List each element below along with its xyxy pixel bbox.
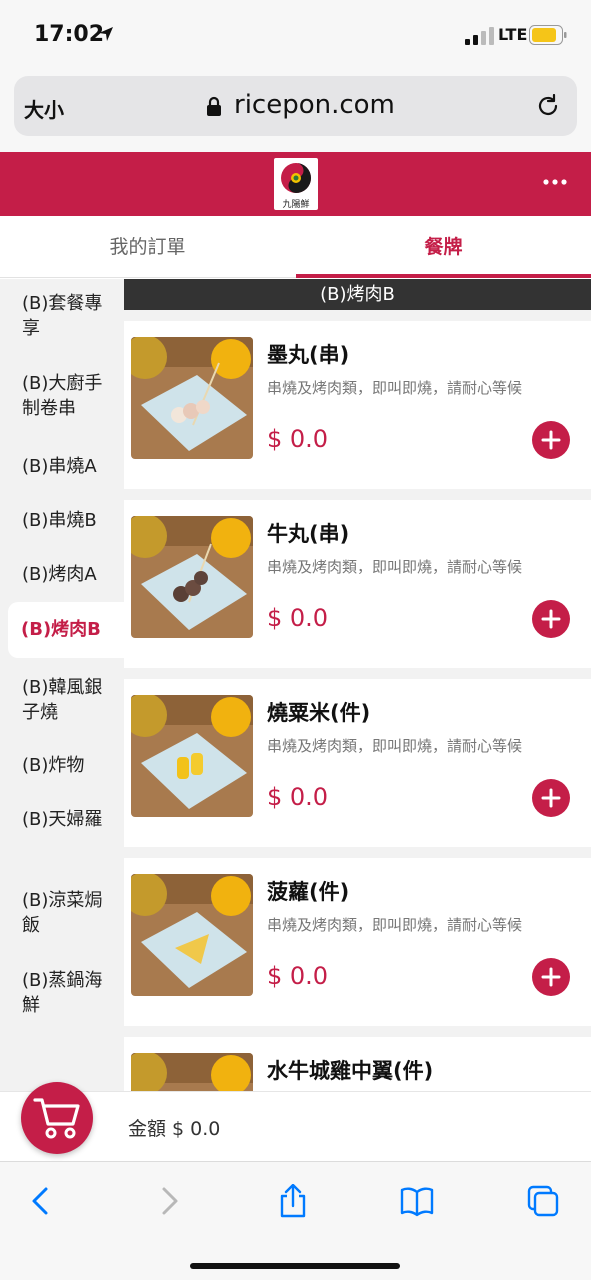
cart-bar: 金額 $ 0.0 [0, 1082, 591, 1161]
item-name: 牛丸(串) [267, 522, 350, 546]
browser-address-area: 大小 ricepon.com [0, 70, 591, 152]
sidebar-item-fried[interactable]: (B)炸物 [0, 753, 124, 778]
tabs-icon[interactable] [526, 1184, 560, 1218]
item-name: 菠蘿(件) [267, 880, 350, 904]
signal-icon [465, 27, 494, 45]
section-title: (B)烤肉B [124, 279, 591, 310]
add-to-cart-button[interactable] [532, 958, 570, 996]
battery-icon [529, 25, 567, 45]
sidebar-item-grill-a[interactable]: (B)烤肉A [0, 562, 124, 587]
plus-icon [541, 430, 561, 450]
reload-icon[interactable] [536, 94, 560, 118]
item-photo [131, 695, 253, 817]
add-to-cart-button[interactable] [532, 421, 570, 459]
network-label: LTE [498, 25, 528, 44]
menu-item-card[interactable]: 水牛城雞中翼(件) [124, 1037, 591, 1091]
bookmarks-icon[interactable] [400, 1184, 434, 1218]
plus-icon [541, 609, 561, 629]
sidebar-item-chef-rolls[interactable]: (B)大廚手制卷串 [0, 371, 110, 421]
menu-item-card[interactable]: 菠蘿(件) 串燒及烤肉類，即叫即燒，請耐心等候 $ 0.0 [124, 858, 591, 1026]
item-name: 燒粟米(件) [267, 701, 371, 725]
menu-item-card[interactable]: 墨丸(串) 串燒及烤肉類，即叫即燒，請耐心等候 $ 0.0 [124, 321, 591, 489]
logo-text: 九陽鮮 [282, 200, 310, 210]
cart-icon [33, 1098, 80, 1139]
tab-bar: 我的訂單 餐牌 [0, 216, 591, 278]
back-icon[interactable] [24, 1184, 58, 1218]
sidebar-item-set-meal[interactable]: (B)套餐專享 [0, 291, 110, 341]
item-photo [131, 874, 253, 996]
item-price: $ 0.0 [267, 604, 329, 632]
menu-content: (B)烤肉B 墨丸(串) 串燒及烤肉類，即叫即燒，請耐心等候 $ 0.0 牛丸(… [124, 279, 591, 1091]
text-size-button[interactable]: 大小 [24, 94, 64, 123]
item-description: 串燒及烤肉類，即叫即燒，請耐心等候 [267, 737, 523, 755]
restaurant-logo[interactable]: 九陽鮮 [274, 158, 318, 210]
sidebar-item-grill-b[interactable]: (B)烤肉B [8, 602, 124, 658]
active-tab-indicator [296, 274, 591, 278]
item-photo [131, 337, 253, 459]
sidebar-item-seafood-pot[interactable]: (B)蒸鍋海鮮 [0, 968, 104, 1018]
tab-menu[interactable]: 餐牌 [296, 216, 591, 278]
more-icon[interactable] [542, 178, 568, 186]
cart-button[interactable] [21, 1082, 93, 1154]
item-price: $ 0.0 [267, 783, 329, 811]
status-bar: 17:02 LTE [0, 0, 591, 70]
item-price: $ 0.0 [267, 962, 329, 990]
status-time: 17:02 [34, 22, 105, 47]
category-sidebar: (B)套餐專享 (B)大廚手制卷串 (B)串燒A (B)串燒B (B)烤肉A (… [0, 279, 124, 1091]
plus-icon [541, 967, 561, 987]
item-description: 串燒及烤肉類，即叫即燒，請耐心等候 [267, 558, 523, 576]
sidebar-item-skewers-a[interactable]: (B)串燒A [0, 454, 124, 479]
plus-icon [541, 788, 561, 808]
item-description: 串燒及烤肉類，即叫即燒，請耐心等候 [267, 379, 523, 397]
url-text[interactable]: ricepon.com [234, 90, 395, 120]
home-indicator [190, 1263, 400, 1269]
item-name: 水牛城雞中翼(件) [267, 1059, 434, 1083]
lock-icon [207, 96, 221, 116]
sidebar-item-skewers-b[interactable]: (B)串燒B [0, 508, 124, 533]
forward-icon[interactable] [152, 1184, 186, 1218]
add-to-cart-button[interactable] [532, 779, 570, 817]
address-bar[interactable]: 大小 ricepon.com [14, 76, 577, 136]
item-description: 串燒及烤肉類，即叫即燒，請耐心等候 [267, 916, 523, 934]
app-header: 九陽鮮 [0, 152, 591, 216]
sidebar-item-tempura[interactable]: (B)天婦羅 [0, 807, 104, 832]
sidebar-item-korean-foil[interactable]: (B)韓風銀子燒 [0, 675, 104, 725]
share-icon[interactable] [276, 1184, 310, 1218]
item-price: $ 0.0 [267, 425, 329, 453]
tab-my-orders[interactable]: 我的訂單 [0, 216, 295, 278]
location-arrow-icon [99, 27, 113, 41]
menu-item-card[interactable]: 牛丸(串) 串燒及烤肉類，即叫即燒，請耐心等候 $ 0.0 [124, 500, 591, 668]
item-name: 墨丸(串) [267, 343, 350, 367]
cart-total: 金額 $ 0.0 [128, 1118, 221, 1140]
item-photo [131, 516, 253, 638]
logo-emblem-icon [281, 163, 311, 193]
browser-toolbar [0, 1161, 591, 1280]
add-to-cart-button[interactable] [532, 600, 570, 638]
item-photo [131, 1053, 253, 1091]
sidebar-item-cold-dishes[interactable]: (B)涼菜焗飯 [0, 888, 104, 938]
menu-item-card[interactable]: 燒粟米(件) 串燒及烤肉類，即叫即燒，請耐心等候 $ 0.0 [124, 679, 591, 847]
